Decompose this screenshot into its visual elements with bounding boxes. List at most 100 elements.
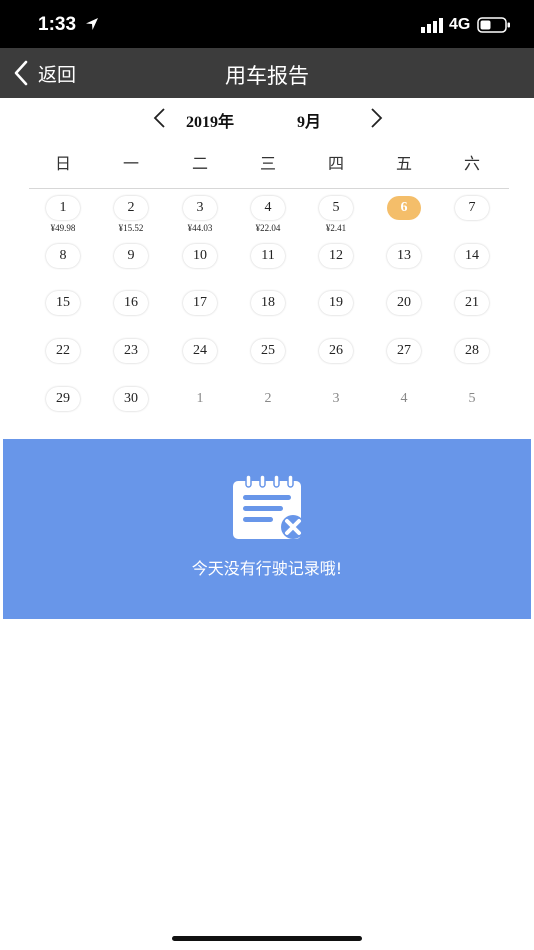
battery-icon [477,17,510,33]
calendar-day[interactable]: 2 ¥15.52 [97,196,165,240]
day-amount: ¥44.03 [187,223,213,233]
calendar-day[interactable]: 11 [234,244,302,288]
weekday-thu: 四 [327,154,344,173]
empty-state-panel: 今天没有行驶记录哦! [3,439,531,619]
day-amount: ¥15.52 [118,223,144,233]
weekday-tue: 二 [191,154,208,173]
day-number: 15 [46,291,80,315]
calendar-day[interactable]: 1 ¥49.98 [29,196,97,240]
calendar-day[interactable]: 9 [97,244,165,288]
day-number: 19 [319,291,353,315]
day-number: 14 [455,244,489,268]
calendar-day[interactable]: 30 [97,387,165,431]
calendar-day[interactable]: 25 [234,339,302,383]
nav-bar: 返回 用车报告 [0,48,534,98]
calendar-day[interactable]: 15 [29,291,97,335]
calendar-day[interactable]: 3 [302,387,370,431]
day-number: 8 [46,244,80,268]
calendar-day[interactable]: 24 [166,339,234,383]
calendar-day[interactable]: 27 [370,339,438,383]
calendar-day[interactable]: 5 [438,387,506,431]
day-number: 5 [455,387,489,411]
notepad-x-icon [233,475,305,539]
day-number: 26 [319,339,353,363]
day-number: 22 [46,339,80,363]
calendar-day[interactable]: 12 [302,244,370,288]
chevron-left-icon [14,60,28,86]
cellular-signal-icon [421,18,443,33]
day-number: 29 [46,387,80,411]
calendar-divider [29,188,509,189]
home-indicator[interactable] [172,936,362,941]
calendar-day[interactable]: 28 [438,339,506,383]
location-arrow-icon [86,18,98,30]
day-number: 12 [319,244,353,268]
calendar-day[interactable]: 10 [166,244,234,288]
calendar-day[interactable]: 7 [438,196,506,240]
calendar-day[interactable]: 14 [438,244,506,288]
calendar-day[interactable]: 17 [166,291,234,335]
network-type: 4G [449,16,471,33]
day-number: 3 [319,387,353,411]
day-number: 24 [183,339,217,363]
calendar-day[interactable]: 2 [234,387,302,431]
day-number: 13 [387,244,421,268]
day-number: 10 [183,244,217,268]
weekday-sat: 六 [463,154,480,173]
calendar-day[interactable]: 5 ¥2.41 [302,196,370,240]
day-number: 17 [183,291,217,315]
calendar-day[interactable]: 3 ¥44.03 [166,196,234,240]
day-number: 25 [251,339,285,363]
calendar-day[interactable]: 13 [370,244,438,288]
weekday-fri: 五 [395,154,412,173]
calendar-day[interactable]: 23 [97,339,165,383]
month-header: 2019年 9月 [3,98,531,138]
day-number: 6 [387,196,421,220]
day-number: 2 [114,196,148,220]
weekday-mon: 一 [122,154,139,173]
calendar-day[interactable]: 16 [97,291,165,335]
year-label: 2019年 [186,114,235,131]
day-number: 7 [455,196,489,220]
back-button[interactable]: 返回 [12,58,76,88]
day-number: 28 [455,339,489,363]
calendar-day[interactable]: 20 [370,291,438,335]
calendar-day[interactable]: 4 ¥22.04 [234,196,302,240]
day-number: 27 [387,339,421,363]
day-number: 2 [251,387,285,411]
day-number: 1 [46,196,80,220]
calendar-day[interactable]: 4 [370,387,438,431]
month-label: 9月 [297,114,322,131]
page-title: 用车报告 [225,64,309,88]
weekday-sun: 日 [54,154,71,173]
status-bar: 1:33 4G [0,0,534,48]
calendar-day-selected[interactable]: 6 [370,196,438,240]
day-number: 11 [251,244,285,268]
calendar-day[interactable]: 19 [302,291,370,335]
day-number: 3 [183,196,217,220]
weekday-wed: 三 [259,154,276,173]
weekday-header: 日 一 二 三 四 五 六 [3,150,531,176]
day-number: 1 [183,387,217,411]
day-number: 30 [114,387,148,411]
day-amount: ¥22.04 [255,223,281,233]
day-number: 9 [114,244,148,268]
calendar-day[interactable]: 8 [29,244,97,288]
calendar-day[interactable]: 29 [29,387,97,431]
day-number: 23 [114,339,148,363]
day-number: 20 [387,291,421,315]
day-amount: ¥2.41 [325,223,347,233]
day-number: 16 [114,291,148,315]
day-number: 21 [455,291,489,315]
day-number: 4 [387,387,421,411]
prev-month-button[interactable] [149,106,171,130]
calendar-day[interactable]: 26 [302,339,370,383]
calendar-day[interactable]: 1 [166,387,234,431]
calendar-day[interactable]: 21 [438,291,506,335]
calendar-day[interactable]: 22 [29,339,97,383]
back-label: 返回 [38,63,77,86]
calendar: 2019年 9月 日 一 二 三 四 五 六 1 ¥49.98 2 ¥15.52 3 ¥4… [3,98,531,439]
next-month-button[interactable] [365,106,387,130]
calendar-day[interactable]: 18 [234,291,302,335]
status-time: 1:33 [38,14,77,35]
